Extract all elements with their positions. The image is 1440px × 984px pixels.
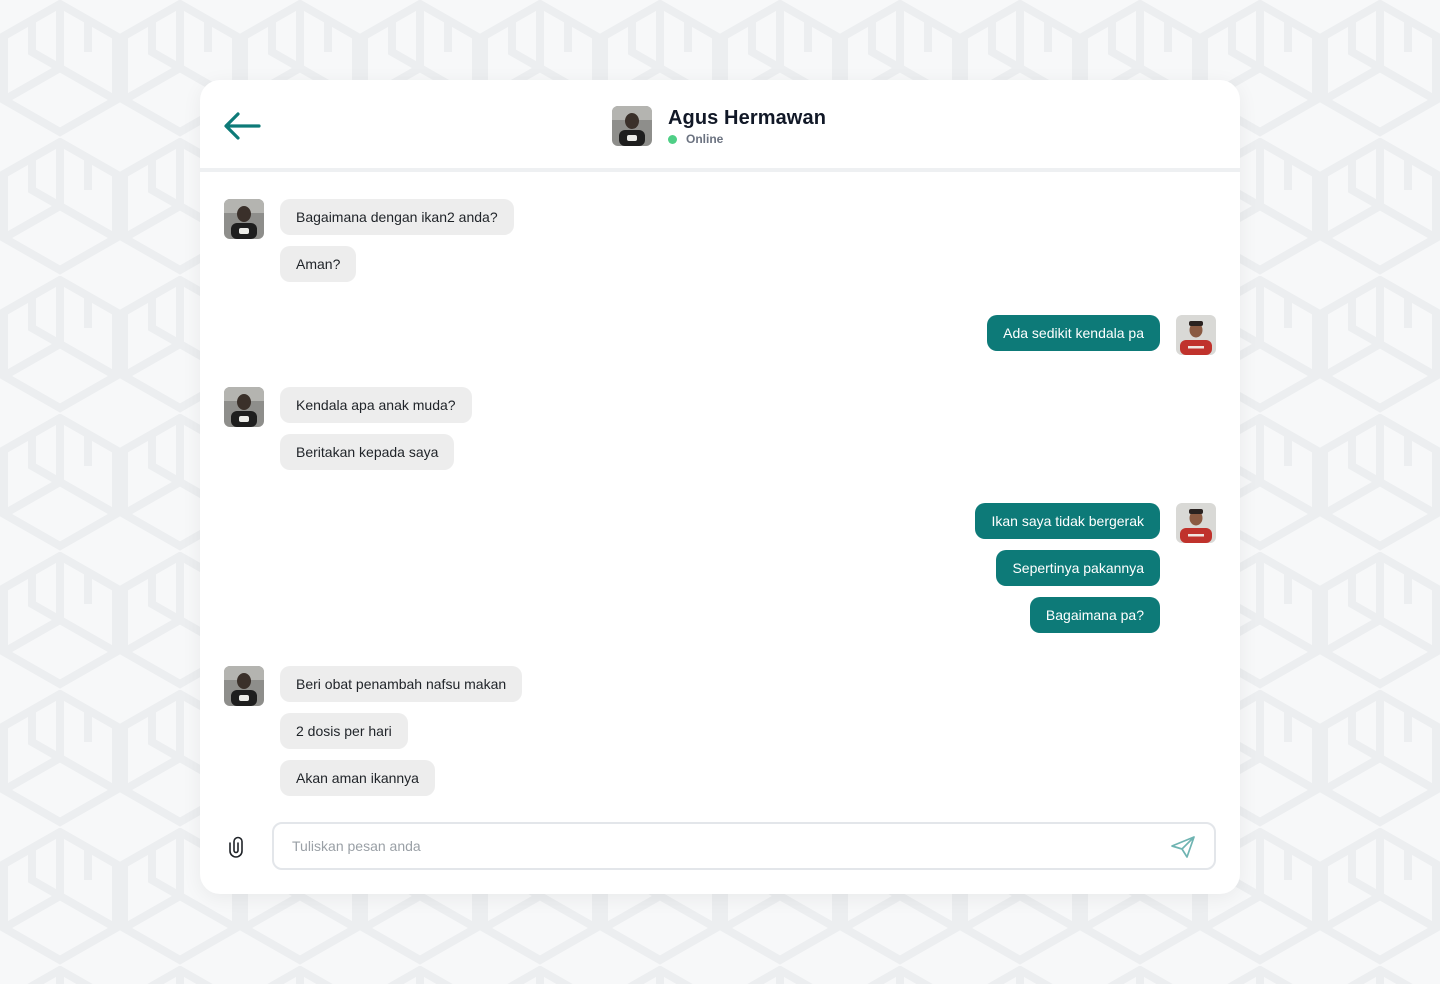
message-group-incoming: Beri obat penambah nafsu makan 2 dosis p… <box>224 666 523 796</box>
message-group-outgoing: Ikan saya tidak bergerak Sepertinya paka… <box>975 503 1216 633</box>
incoming-message[interactable]: Beri obat penambah nafsu makan <box>280 666 523 702</box>
send-button[interactable] <box>1170 834 1196 860</box>
incoming-message[interactable]: Kendala apa anak muda? <box>280 387 472 423</box>
incoming-message[interactable]: Beritakan kepada saya <box>280 434 455 470</box>
attach-button[interactable] <box>224 834 248 860</box>
incoming-message[interactable]: 2 dosis per hari <box>280 713 408 749</box>
outgoing-message[interactable]: Ada sedikit kendala pa <box>987 315 1160 351</box>
back-button[interactable] <box>222 108 262 144</box>
message-group-incoming: Bagaimana dengan ikan2 anda? Aman? <box>224 199 514 282</box>
chat-window: Agus Hermawan Online Bagaimana dengan ik… <box>200 80 1240 894</box>
paperclip-icon <box>229 836 243 858</box>
contact-avatar <box>612 106 652 146</box>
arrow-left-icon <box>224 112 261 140</box>
incoming-message[interactable]: Akan aman ikannya <box>280 760 435 796</box>
message-composer <box>200 822 1240 870</box>
status-text: Online <box>686 132 724 146</box>
incoming-message[interactable]: Aman? <box>280 246 357 282</box>
message-group-incoming: Kendala apa anak muda? Beritakan kepada … <box>224 387 472 470</box>
user-avatar <box>1176 503 1216 543</box>
outgoing-message[interactable]: Sepertinya pakannya <box>996 550 1160 586</box>
send-icon <box>1171 836 1195 858</box>
online-dot-icon <box>668 134 677 144</box>
incoming-message[interactable]: Bagaimana dengan ikan2 anda? <box>280 199 514 235</box>
outgoing-message[interactable]: Bagaimana pa? <box>1029 597 1160 633</box>
contact-avatar <box>224 387 264 427</box>
contact-name: Agus Hermawan <box>668 107 827 129</box>
message-input-wrapper <box>272 822 1216 870</box>
outgoing-message[interactable]: Ikan saya tidak bergerak <box>975 503 1160 539</box>
contact-info[interactable]: Agus Hermawan Online <box>612 105 826 147</box>
contact-avatar <box>224 666 264 706</box>
status-indicator: Online <box>668 132 826 146</box>
chat-header: Agus Hermawan Online <box>200 80 1240 172</box>
user-avatar <box>1176 315 1216 355</box>
contact-avatar <box>224 199 264 239</box>
message-input[interactable] <box>274 824 1154 868</box>
message-group-outgoing: Ada sedikit kendala pa <box>987 315 1216 355</box>
